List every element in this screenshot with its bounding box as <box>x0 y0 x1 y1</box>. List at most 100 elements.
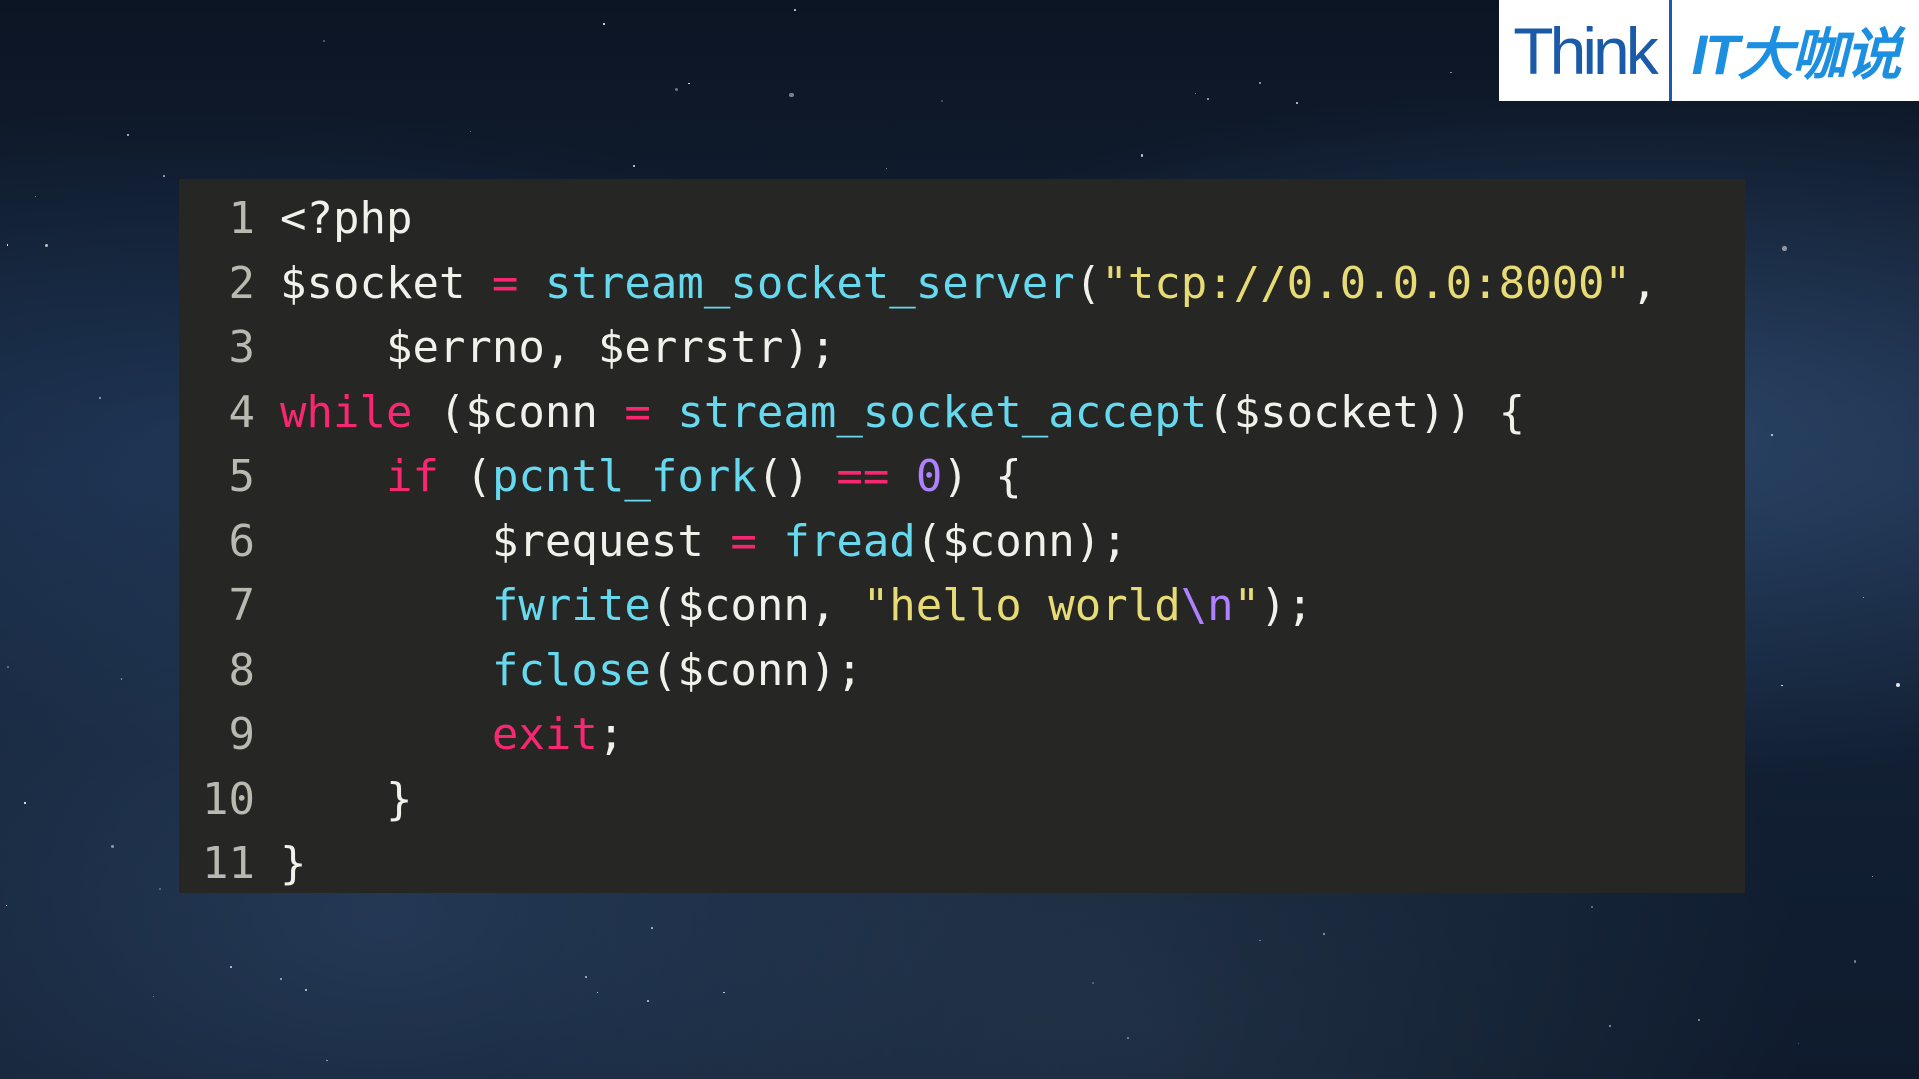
code-token: () <box>756 451 837 502</box>
star <box>940 100 943 103</box>
star <box>1322 932 1326 935</box>
star <box>1698 1019 1701 1022</box>
star <box>152 995 155 998</box>
code-token: "tcp://0.0.0.0:8000" <box>1101 257 1632 309</box>
star <box>603 23 605 25</box>
star <box>632 165 635 167</box>
code-token: ($conn, <box>650 580 863 631</box>
code-token: $socket <box>280 257 492 309</box>
star <box>7 666 9 668</box>
code-token: , <box>1631 257 1658 309</box>
line-number: 7 <box>228 580 256 631</box>
star <box>789 92 794 98</box>
star <box>1853 960 1857 963</box>
code-block: 1 <?php 2 $socket = stream_socket_server("t… <box>179 179 1745 893</box>
code-token: ( <box>1074 257 1102 309</box>
star <box>162 175 165 178</box>
star <box>120 677 123 680</box>
code-line: 11} <box>179 832 1745 897</box>
star <box>323 40 326 43</box>
code-line: 6 $request = fread($conn); <box>179 510 1745 575</box>
code-line: 1 <?php <box>179 187 1745 252</box>
star <box>688 82 690 85</box>
code-token: fread <box>783 515 916 567</box>
star <box>675 87 679 91</box>
star <box>1798 1042 1800 1044</box>
code-token: ); <box>1260 580 1314 631</box>
star <box>1781 245 1787 251</box>
line-number: 4 <box>228 386 256 438</box>
code-token: exit <box>491 709 598 760</box>
code-token: while <box>280 386 413 438</box>
think-logo: Think <box>1513 13 1658 88</box>
brand-logo: Think IT大咖说 <box>1499 0 1919 101</box>
star <box>230 966 232 969</box>
code-token: == <box>836 451 890 502</box>
line-number: 10 <box>202 773 255 825</box>
star <box>24 802 26 804</box>
code-token: " <box>1233 580 1261 631</box>
code-token: = <box>730 515 757 567</box>
star <box>1259 939 1261 942</box>
star <box>1259 82 1262 85</box>
code-token: \n <box>1180 580 1234 631</box>
star <box>723 991 725 993</box>
code-token: $request <box>280 515 731 567</box>
star <box>1207 98 1209 100</box>
star <box>127 134 129 137</box>
star <box>584 975 587 978</box>
code-token: fclose <box>491 644 651 696</box>
line-number: 8 <box>228 644 256 696</box>
code-token: fwrite <box>491 580 651 631</box>
code-token: "hello world <box>862 580 1181 631</box>
code-token: stream_socket_server <box>544 257 1075 309</box>
code-line: 5 if (pcntl_fork() == 0) { <box>179 445 1745 510</box>
line-number: 9 <box>228 709 256 760</box>
star <box>34 196 36 198</box>
star <box>1449 71 1452 74</box>
code-token: } <box>280 773 413 825</box>
code-token: ($conn <box>412 386 625 438</box>
code-token: ($conn); <box>650 644 863 696</box>
code-token: if <box>385 451 439 502</box>
code-token: 0 <box>915 451 943 502</box>
star <box>1862 596 1864 598</box>
star <box>1091 982 1094 985</box>
star <box>794 9 796 11</box>
star <box>1295 102 1298 105</box>
star <box>158 887 162 891</box>
code-token: ) { <box>942 451 1022 502</box>
code-token: ($socket)) { <box>1207 386 1526 438</box>
star <box>44 243 48 247</box>
star <box>1895 682 1900 687</box>
line-number: 2 <box>228 257 256 309</box>
code-token: ($conn); <box>915 515 1128 567</box>
it-logo: IT大咖说 <box>1691 23 1902 86</box>
star <box>1770 433 1774 436</box>
code-token: $errno, $errstr); <box>280 322 837 373</box>
star <box>469 131 471 133</box>
star <box>646 1000 649 1003</box>
code-line: 3 $errno, $errstr); <box>179 316 1745 381</box>
code-token: pcntl_fork <box>491 451 757 502</box>
star <box>596 991 598 994</box>
line-number: 5 <box>228 451 256 502</box>
code-line: 9 exit; <box>179 703 1745 768</box>
line-number: 1 <box>228 193 256 244</box>
star <box>1871 875 1874 878</box>
star <box>1590 906 1593 909</box>
code-token: <?php <box>280 193 413 244</box>
code-line: 4 while ($conn = stream_socket_accept($so… <box>179 381 1745 446</box>
star <box>1609 1025 1612 1028</box>
line-number: 6 <box>228 515 256 567</box>
code-token: ( <box>438 451 492 502</box>
star <box>886 168 888 170</box>
star <box>1126 1037 1129 1040</box>
